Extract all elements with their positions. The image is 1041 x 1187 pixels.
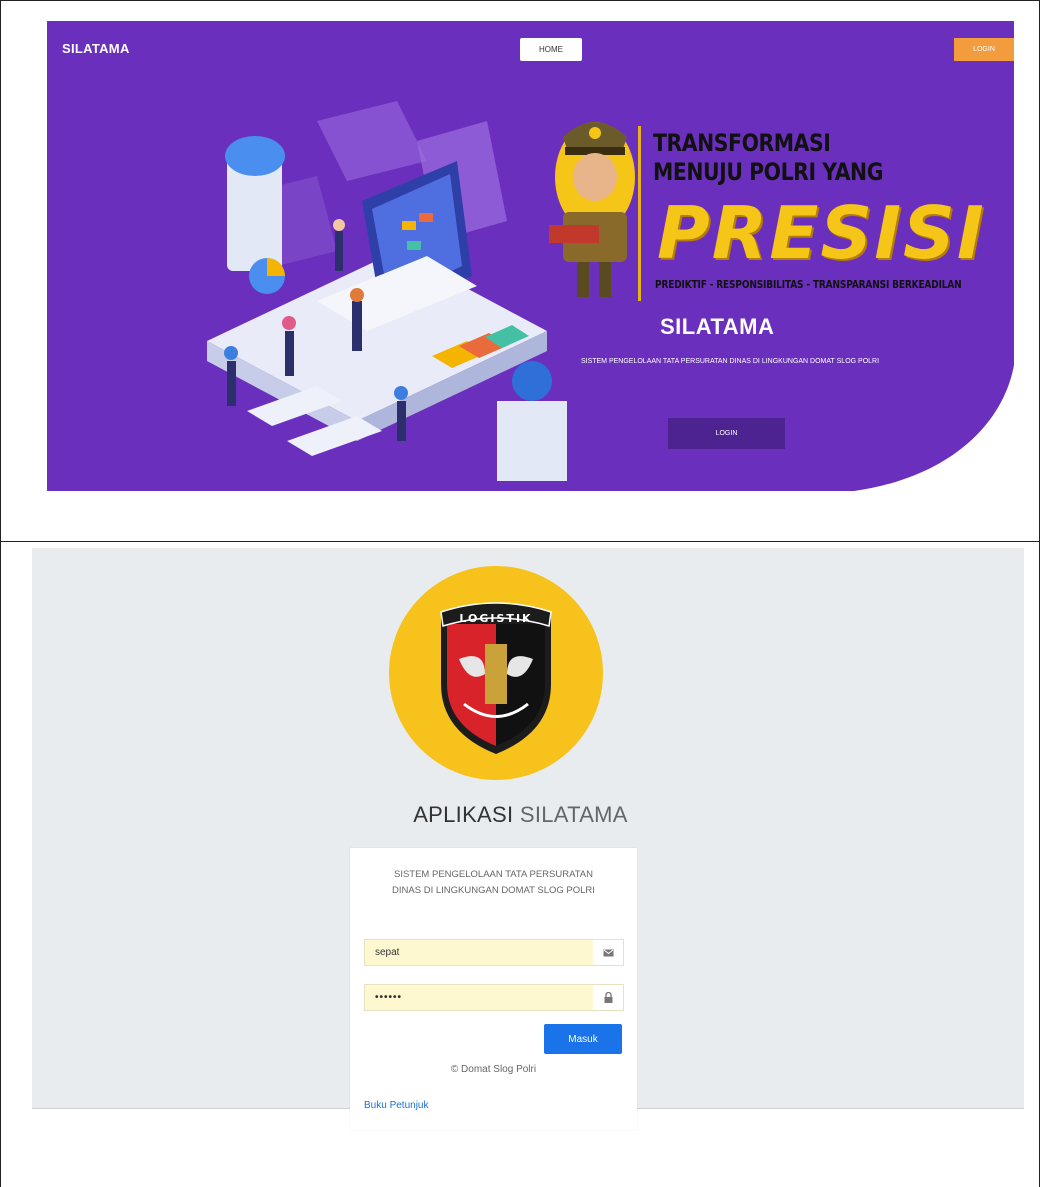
logistik-emblem-logo: LOGISTIK	[389, 566, 603, 780]
nav-home-button[interactable]: HOME	[520, 38, 582, 61]
copyright-text: © Domat Slog Polri	[450, 1064, 537, 1075]
app-title: APLIKASI SILATAMA	[0, 802, 1041, 828]
hero-description: SISTEM PENGELOLAAN TATA PERSURATAN DINAS…	[580, 358, 880, 365]
hero-title: SILATAMA	[660, 314, 775, 339]
username-field[interactable]: sepat	[364, 939, 624, 966]
app-title-bold: APLIKASI	[413, 802, 514, 827]
envelope-icon	[593, 940, 623, 965]
submit-button[interactable]: Masuk	[544, 1024, 622, 1054]
tagline-divider	[638, 126, 641, 301]
brand-logo-text[interactable]: SILATAMA	[62, 41, 130, 56]
hero-screenshot: SILATAMA HOME LOGIN TRANSFORMASI MENUJU …	[47, 21, 1014, 491]
hero-tagline-line2: MENUJU POLRI YANG	[653, 158, 884, 186]
isometric-laptop-illustration	[207, 101, 567, 481]
login-card: SISTEM PENGELOLAAN TATA PERSURATAN DINAS…	[350, 848, 637, 1130]
presisi-wordmark: PRESISI	[657, 191, 986, 275]
police-mascot-image	[549, 122, 635, 297]
password-value: ••••••	[375, 992, 403, 1003]
login-description: SISTEM PENGELOLAAN TATA PERSURATAN DINAS…	[392, 869, 595, 896]
hero-login-button[interactable]: LOGIN	[668, 418, 785, 449]
hero-tagline-line1: TRANSFORMASI	[653, 129, 831, 157]
lock-icon	[593, 985, 623, 1010]
app-title-thin: SILATAMA	[519, 802, 628, 827]
username-value: sepat	[375, 947, 400, 958]
presisi-subtitle: PREDIKTIF - RESPONSIBILITAS - TRANSPARAN…	[655, 278, 962, 291]
manual-link[interactable]: Buku Petunjuk	[364, 1100, 429, 1111]
svg-text:LOGISTIK: LOGISTIK	[459, 612, 532, 625]
nav-login-button[interactable]: LOGIN	[954, 38, 1014, 61]
password-field[interactable]: ••••••	[364, 984, 624, 1011]
